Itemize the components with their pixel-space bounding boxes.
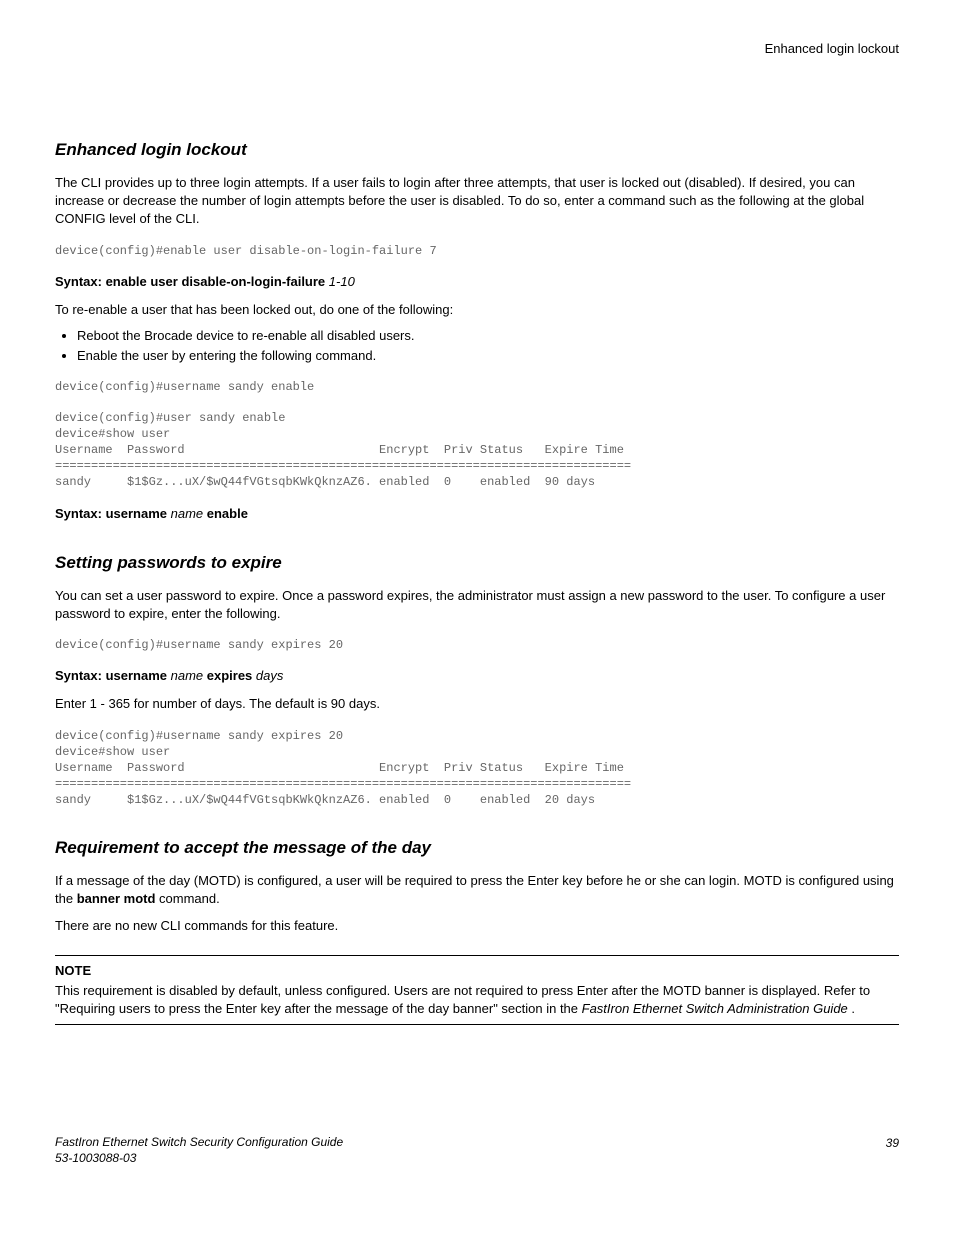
section2-para1: You can set a user password to expire. O… — [55, 587, 899, 623]
section2-para2: Enter 1 - 365 for number of days. The de… — [55, 695, 899, 713]
syntax-italic: 1-10 — [325, 274, 355, 289]
section1-syntax1: Syntax: enable user disable-on-login-fai… — [55, 273, 899, 291]
section2-code2: device(config)#username sandy expires 20… — [55, 728, 899, 809]
section1-syntax2: Syntax: username name enable — [55, 505, 899, 523]
note-italic: FastIron Ethernet Switch Administration … — [582, 1001, 848, 1016]
note-block: NOTE This requirement is disabled by def… — [55, 955, 899, 1026]
note-label: NOTE — [55, 962, 899, 980]
section3-para2: There are no new CLI commands for this f… — [55, 917, 899, 935]
section3-para1: If a message of the day (MOTD) is config… — [55, 872, 899, 908]
syntax-bold: Syntax: enable user disable-on-login-fai… — [55, 274, 325, 289]
section1-heading: Enhanced login lockout — [55, 138, 899, 162]
section1-code3: device(config)#user sandy enable device#… — [55, 410, 899, 491]
syntax-italic: name — [167, 506, 203, 521]
section1-para2: To re-enable a user that has been locked… — [55, 301, 899, 319]
footer-left: FastIron Ethernet Switch Security Config… — [55, 1135, 343, 1166]
section1-bullet1: Reboot the Brocade device to re-enable a… — [77, 327, 899, 345]
footer-guide-title: FastIron Ethernet Switch Security Config… — [55, 1135, 343, 1151]
para-bold: banner motd — [77, 891, 156, 906]
section1-bullets: Reboot the Brocade device to re-enable a… — [55, 327, 899, 365]
note-text-b: . — [848, 1001, 855, 1016]
footer-page-number: 39 — [886, 1135, 899, 1166]
syntax-bold: Syntax: username — [55, 506, 167, 521]
section2-code1: device(config)#username sandy expires 20 — [55, 637, 899, 653]
section3-heading: Requirement to accept the message of the… — [55, 836, 899, 860]
syntax-bold: Syntax: username — [55, 668, 167, 683]
page-header-title: Enhanced login lockout — [55, 40, 899, 58]
note-text: This requirement is disabled by default,… — [55, 982, 899, 1018]
syntax-bold: enable — [203, 506, 248, 521]
syntax-italic: name — [167, 668, 203, 683]
section1-bullet2: Enable the user by entering the followin… — [77, 347, 899, 365]
section2-heading: Setting passwords to expire — [55, 551, 899, 575]
syntax-bold: expires — [203, 668, 252, 683]
section2-syntax1: Syntax: username name expires days — [55, 667, 899, 685]
syntax-italic: days — [252, 668, 283, 683]
section1-code1: device(config)#enable user disable-on-lo… — [55, 243, 899, 259]
section1-para1: The CLI provides up to three login attem… — [55, 174, 899, 229]
para-text-b: command. — [155, 891, 219, 906]
section1-code2: device(config)#username sandy enable — [55, 379, 899, 395]
footer-doc-number: 53-1003088-03 — [55, 1151, 343, 1167]
page-footer: FastIron Ethernet Switch Security Config… — [55, 1135, 899, 1166]
